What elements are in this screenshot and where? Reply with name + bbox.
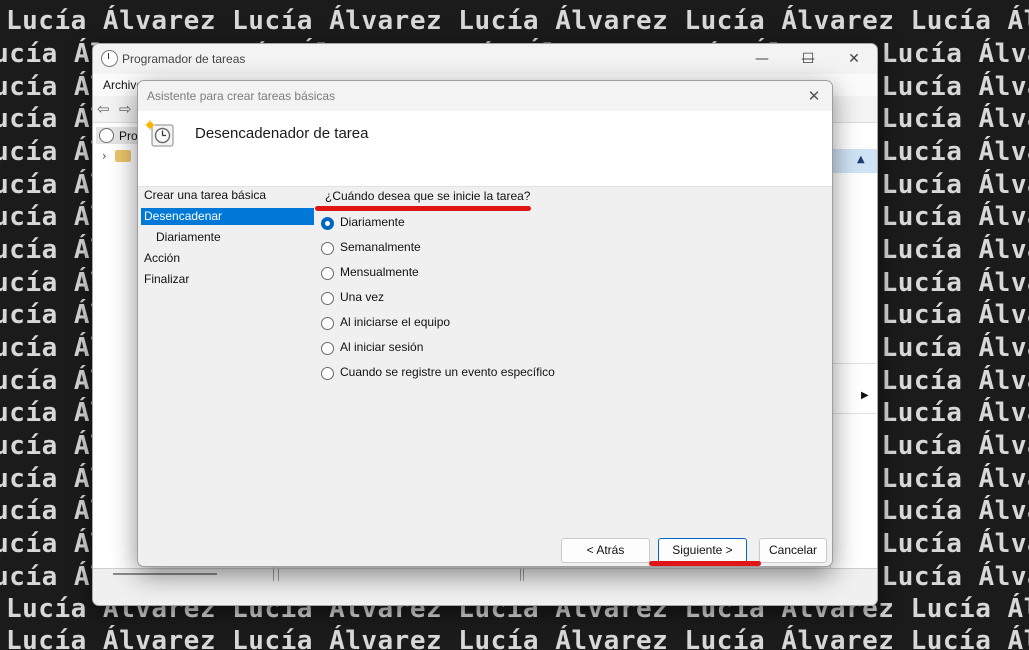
step-desencadenar[interactable]: Desencadenar [141, 208, 314, 225]
step-crear-tarea[interactable]: Crear una tarea básica [141, 187, 314, 204]
radio-label: Semanalmente [340, 240, 421, 254]
back-button[interactable]: < Atrás [561, 538, 650, 563]
step-label: Desencadenar [144, 209, 223, 223]
radio-button-checked[interactable] [321, 217, 334, 230]
step-label: Finalizar [144, 272, 190, 286]
horizontal-scrollbar[interactable] [113, 573, 217, 575]
clock-icon [101, 50, 118, 67]
step-label: Crear una tarea básica [144, 188, 267, 202]
dialog-titlebar: Asistente para crear tareas básicas ✕ [138, 81, 832, 111]
actions-header[interactable] [831, 149, 877, 173]
divider [273, 569, 274, 581]
divider [831, 363, 877, 364]
radio-button[interactable] [321, 242, 334, 255]
actions-pane: ▲ ▶ [830, 123, 877, 568]
step-accion[interactable]: Acción [141, 250, 314, 267]
clock-icon [99, 128, 114, 143]
back-arrow-icon[interactable]: ⇦ [97, 100, 110, 118]
submenu-arrow-icon[interactable]: ▶ [861, 390, 869, 401]
step-finalizar[interactable]: Finalizar [141, 271, 314, 288]
forward-arrow-icon[interactable]: ⇨ [119, 100, 132, 118]
radio-label: Cuando se registre un evento específico [340, 365, 555, 379]
radio-mensualmente[interactable]: Mensualmente [321, 264, 621, 284]
radio-al-iniciar-sesion[interactable]: Al iniciar sesión [321, 339, 621, 359]
watermark-text: Lucía Álvarez Lucía Álvarez Lucía Álvare… [6, 626, 1029, 650]
radio-semanalmente[interactable]: Semanalmente [321, 239, 621, 259]
divider [831, 413, 877, 414]
radio-button[interactable] [321, 342, 334, 355]
divider [520, 569, 521, 581]
minimize-button[interactable]: — [749, 49, 775, 69]
collapse-up-icon[interactable]: ▲ [857, 154, 865, 165]
chevron-right-icon[interactable]: › [102, 149, 107, 163]
wizard-steps: Crear una tarea básica Desencadenar Diar… [138, 186, 316, 516]
divider [278, 569, 279, 581]
dialog-title: Asistente para crear tareas básicas [147, 89, 336, 103]
radio-al-iniciarse-equipo[interactable]: Al iniciarse el equipo [321, 314, 621, 334]
radio-label: Al iniciar sesión [340, 340, 424, 354]
maximize-button[interactable]: ☐ [795, 49, 821, 69]
radio-button[interactable] [321, 317, 334, 330]
step-label: Diariamente [156, 230, 221, 244]
dialog-header: Desencadenador de tarea [138, 111, 832, 187]
trigger-question: ¿Cuándo desea que se inicie la tarea? [325, 189, 531, 203]
step-label: Acción [144, 251, 181, 265]
main-window-title: Programador de tareas [122, 52, 246, 66]
folder-icon [115, 150, 131, 162]
cancel-button[interactable]: Cancelar [759, 538, 827, 563]
radio-una-vez[interactable]: Una vez [321, 289, 621, 309]
create-basic-task-wizard: Asistente para crear tareas básicas ✕ De… [137, 80, 833, 567]
status-area [93, 568, 877, 605]
radio-button[interactable] [321, 267, 334, 280]
divider [523, 569, 524, 581]
page-title: Desencadenador de tarea [195, 125, 369, 142]
next-button[interactable]: Siguiente > [658, 538, 747, 563]
close-button[interactable]: ✕ [841, 49, 867, 69]
radio-label: Una vez [340, 290, 385, 304]
radio-label: Diariamente [340, 215, 405, 229]
red-annotation-underline [649, 561, 761, 566]
scheduled-task-icon [145, 120, 174, 147]
radio-label: Mensualmente [340, 265, 419, 279]
radio-evento-especifico[interactable]: Cuando se registre un evento específico [321, 364, 621, 384]
dialog-close-button[interactable]: ✕ [802, 85, 826, 107]
radio-label: Al iniciarse el equipo [340, 315, 451, 329]
radio-button[interactable] [321, 367, 334, 380]
watermark-text: Lucía Álvarez Lucía Álvarez Lucía Álvare… [6, 6, 1029, 36]
radio-diariamente[interactable]: Diariamente [321, 214, 621, 234]
step-diariamente[interactable]: Diariamente [141, 229, 314, 246]
radio-button[interactable] [321, 292, 334, 305]
red-annotation-underline [315, 206, 531, 211]
